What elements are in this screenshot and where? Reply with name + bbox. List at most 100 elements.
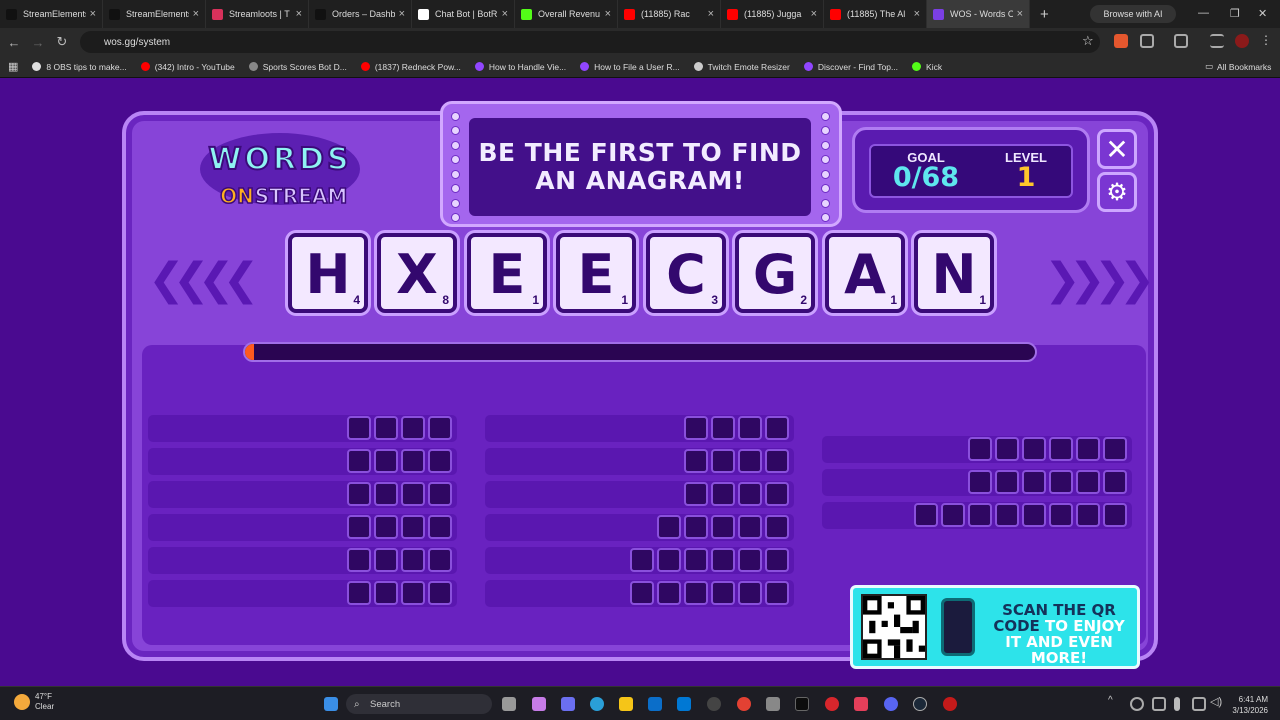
more-icon[interactable]: ⋮ — [1260, 33, 1274, 47]
browse-with-ai-button[interactable]: Browse with AI — [1090, 5, 1176, 23]
store-icon[interactable] — [677, 697, 691, 711]
browser-tab[interactable]: (11885) Jugga × — [721, 0, 824, 28]
app-red-icon[interactable] — [825, 697, 839, 711]
copilot-icon[interactable] — [532, 697, 546, 711]
letter-box — [428, 515, 452, 539]
prompt-line2: AN ANAGRAM! — [535, 166, 745, 195]
taskbar-clock[interactable]: 6:41 AM 3/13/2026 — [1232, 694, 1268, 716]
tray-icon-2[interactable] — [1152, 697, 1166, 711]
chrome-icon[interactable] — [737, 697, 751, 711]
browser-tab[interactable]: (11885) Rac × — [618, 0, 721, 28]
taskbar-search[interactable]: ⌕ Search — [346, 694, 492, 714]
discord-icon[interactable] — [884, 697, 898, 711]
bookmark-item[interactable]: How to Handle Vie... — [474, 61, 567, 72]
teams-icon[interactable] — [561, 697, 575, 711]
folder-icon: ▭ — [1205, 61, 1214, 71]
reload-icon[interactable]: ↻ — [50, 34, 74, 50]
browser-tab[interactable]: Overall Revenu × — [515, 0, 618, 28]
maximize-icon[interactable]: ❐ — [1230, 7, 1240, 20]
bookmark-item[interactable]: Discover - Find Top... — [803, 62, 898, 72]
tab-close-icon[interactable]: × — [502, 8, 508, 20]
tab-close-icon[interactable]: × — [1017, 8, 1023, 20]
browser-tab[interactable]: (11885) The Al × — [824, 0, 927, 28]
bookmark-item[interactable]: Twitch Emote Resizer — [693, 62, 790, 72]
app-pulse-icon[interactable] — [854, 697, 868, 711]
tab-close-icon[interactable]: × — [296, 8, 302, 20]
tab-close-icon[interactable]: × — [811, 8, 817, 20]
microphone-icon[interactable] — [1174, 697, 1180, 711]
level-value: 1 — [1016, 162, 1036, 193]
close-button[interactable]: ✕ — [1097, 129, 1137, 169]
browser-tab[interactable]: WOS - Words O × — [927, 0, 1030, 28]
volume-icon[interactable]: ◁) — [1210, 695, 1224, 709]
back-icon[interactable]: ← — [2, 35, 26, 50]
browser-tab[interactable]: Orders – Dashb × — [309, 0, 412, 28]
bookmark-item[interactable]: 8 OBS tips to make... — [32, 61, 127, 72]
tab-close-icon[interactable]: × — [90, 8, 96, 20]
letter-box — [711, 581, 735, 605]
bookmark-favicon-icon — [140, 62, 150, 71]
close-window-icon[interactable]: ✕ — [1258, 7, 1267, 20]
bookmark-item[interactable]: (342) Intro - YouTube — [140, 62, 235, 72]
game-area: WORDS ON STREAM BE THE FIRST TO FIND AN … — [0, 79, 1280, 686]
edge-icon[interactable] — [590, 697, 604, 711]
sidebar-icon[interactable] — [1174, 34, 1188, 48]
bookmark-label: How to Handle Vie... — [488, 61, 567, 72]
tab-label: StreamElements — [126, 9, 189, 19]
terminal-icon[interactable] — [795, 697, 809, 711]
app-icon[interactable] — [766, 697, 780, 711]
logo-line1: WORDS — [208, 142, 351, 177]
bookmark-label: 8 OBS tips to make... — [46, 61, 127, 72]
bookmark-item[interactable]: Kick — [912, 62, 942, 72]
bookmark-item[interactable]: (1837) Redneck Pow... — [360, 62, 461, 72]
display-icon[interactable] — [1192, 697, 1206, 711]
clock-time: 6:41 AM — [1238, 695, 1268, 704]
tab-close-icon[interactable]: × — [193, 8, 199, 20]
prompt-text: BE THE FIRST TO FIND AN ANAGRAM! — [478, 139, 801, 195]
tab-close-icon[interactable]: × — [605, 8, 611, 20]
tab-close-icon[interactable]: × — [914, 8, 920, 20]
app-record-icon[interactable] — [943, 697, 957, 711]
extension-icon[interactable] — [1114, 34, 1128, 48]
all-bookmarks[interactable]: ▭ All Bookmarks — [1205, 61, 1271, 72]
browser-tab[interactable]: StreamElements × — [103, 0, 206, 28]
letter-box — [941, 503, 965, 527]
steam-icon[interactable] — [913, 697, 927, 711]
weather-widget[interactable]: 47°F Clear — [14, 692, 54, 712]
qr-promo[interactable]: SCAN THE QR CODE TO ENJOY IT AND EVEN MO… — [850, 585, 1140, 669]
tray-chevron-icon[interactable]: ^ — [1108, 695, 1122, 709]
task-view-icon[interactable] — [502, 697, 516, 711]
tab-close-icon[interactable]: × — [399, 8, 405, 20]
address-bar[interactable]: wos.gg/system — [80, 31, 1100, 53]
forward-icon[interactable]: → — [26, 35, 50, 50]
tile-points: 1 — [621, 293, 628, 307]
browser-tab[interactable]: Streamloots | T × — [206, 0, 309, 28]
puzzle-icon[interactable] — [1140, 34, 1154, 48]
browser-tab[interactable]: StreamElements × — [0, 0, 103, 28]
browser-tab[interactable]: Chat Bot | BotR × — [412, 0, 515, 28]
close-icon: ✕ — [1105, 133, 1129, 165]
new-tab-icon[interactable]: + — [1040, 6, 1049, 23]
tab-label: WOS - Words O — [950, 9, 1013, 19]
tab-close-icon[interactable]: × — [708, 8, 714, 20]
minimize-icon[interactable]: — — [1198, 7, 1209, 19]
letter-box — [1076, 470, 1100, 494]
bookmark-item[interactable]: How to File a User R... — [580, 62, 680, 72]
outlook-icon[interactable] — [648, 697, 662, 711]
tray-icon[interactable] — [1130, 697, 1144, 711]
file-explorer-icon[interactable] — [619, 697, 633, 711]
star-icon[interactable]: ☆ — [1082, 33, 1096, 48]
logo-line2: ON — [220, 184, 254, 208]
apps-grid-icon[interactable]: ▦ — [8, 60, 18, 73]
profile-avatar-icon[interactable] — [1235, 34, 1249, 48]
letter-box — [765, 482, 789, 506]
menu-lines-icon[interactable] — [1210, 34, 1224, 48]
windows-start-icon[interactable] — [324, 697, 338, 711]
bookmark-item[interactable]: Sports Scores Bot D... — [248, 62, 347, 72]
logo-line3: STREAM — [255, 184, 348, 208]
letter-box — [657, 581, 681, 605]
settings-button[interactable]: ⚙ — [1097, 172, 1137, 212]
obs-icon[interactable] — [707, 697, 721, 711]
tab-label: (11885) Jugga — [744, 9, 802, 19]
tab-favicon-icon — [624, 8, 635, 20]
